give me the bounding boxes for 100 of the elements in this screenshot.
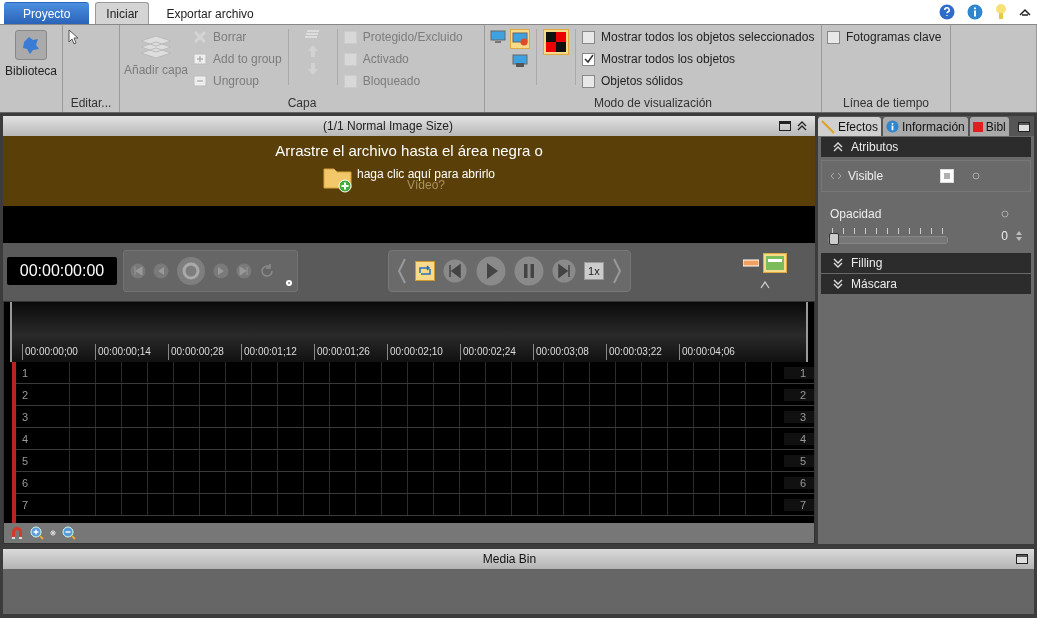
checkbox-label: Activado (362, 52, 409, 66)
spinner-icon[interactable] (1016, 230, 1022, 242)
refresh-icon[interactable] (259, 263, 275, 279)
section-header[interactable]: Filling (821, 253, 1031, 273)
monitor-icon[interactable] (490, 29, 506, 45)
record-icon[interactable] (176, 256, 206, 286)
chevron-icon (833, 142, 843, 152)
group-title: Línea de tiempo (841, 96, 931, 112)
track-number: 2 (784, 388, 814, 401)
ruler-label: 00:00:04;06 (679, 344, 752, 360)
ribbon-tab[interactable]: Iniciar (95, 2, 150, 24)
square-icon (972, 121, 983, 132)
chevron-left-icon[interactable] (397, 257, 408, 285)
layers-icon (139, 33, 173, 59)
maximize-icon[interactable] (1016, 554, 1028, 564)
opacity-slider[interactable] (828, 228, 948, 244)
lightbulb-icon[interactable] (995, 3, 1007, 21)
preview-title: (1/1 Normal Image Size) (321, 119, 454, 133)
folder-add-icon[interactable] (322, 165, 355, 193)
checkbox-label: Protegido/Excluido (362, 30, 463, 44)
ruler-icon[interactable] (743, 259, 759, 267)
monitor-icon[interactable] (512, 53, 528, 69)
opacity-label: Opacidad (830, 207, 882, 221)
layer-action-icon (193, 52, 207, 66)
timeline-ruler[interactable]: 00:00:00;00 00:00:00;14 00:00:00;28 00:00:01;12 00:00:01;26 00:00:02;10 00:00:02;24 00:00:03;08 00:00:03;22 00:00:04;06 (10, 302, 808, 362)
help-icon[interactable] (939, 4, 955, 20)
ruler-label: 00:00:02;10 (387, 344, 460, 360)
checkbox[interactable] (827, 30, 840, 44)
previous-icon[interactable] (443, 259, 468, 283)
play-icon[interactable] (475, 256, 506, 286)
visible-checkbox[interactable] (940, 169, 954, 183)
collapse-icon[interactable] (1019, 7, 1031, 17)
drop-text: Arrastre el archivo hasta el área negra o (275, 142, 543, 159)
ruler-label: 00:00:01;12 (241, 344, 314, 360)
layout-button[interactable] (763, 253, 787, 273)
library-button[interactable] (15, 30, 47, 60)
ruler-label: 00:00:02;24 (460, 344, 533, 360)
checkerboard-button[interactable] (543, 29, 569, 55)
panel-tab[interactable]: Efectos (818, 117, 882, 136)
magnet-icon[interactable] (10, 526, 24, 540)
next-icon[interactable] (551, 259, 576, 283)
track-number: 1 (784, 366, 814, 379)
step-forward-icon[interactable] (213, 263, 229, 279)
chevron-icon (833, 279, 843, 289)
opacity-value: 0 (1001, 229, 1008, 243)
section-header[interactable]: Atributos (821, 137, 1031, 157)
ribbon-tab[interactable]: Exportar archivo (155, 2, 265, 24)
zoom-out-icon[interactable] (62, 526, 76, 540)
track-number: 7 (21, 498, 30, 511)
checkbox-label: Objetos sólidos (601, 74, 684, 88)
checkbox-label: Bloqueado (362, 74, 421, 88)
track-number: 3 (21, 410, 30, 423)
maximize-icon[interactable] (779, 121, 791, 131)
maximize-icon[interactable] (1018, 122, 1030, 132)
checkbox[interactable] (582, 74, 595, 88)
zoom-in-icon[interactable] (30, 526, 44, 540)
info-icon[interactable] (967, 4, 983, 20)
track-number: 5 (784, 454, 814, 467)
checkbox[interactable] (582, 52, 595, 66)
track-number: 1 (21, 366, 30, 379)
pointer-icon[interactable] (68, 29, 80, 45)
track-number: 4 (784, 432, 814, 445)
monitor-button[interactable] (510, 29, 530, 49)
checkbox-label: Mostrar todos los objetos (601, 52, 736, 66)
loop-button[interactable] (415, 261, 436, 281)
panel-tab[interactable]: Información (883, 117, 968, 136)
collapse-icon[interactable] (797, 121, 807, 131)
section-header[interactable]: Máscara (821, 274, 1031, 294)
track-number: 4 (21, 432, 30, 445)
ruler-label: 00:00:03;08 (533, 344, 606, 360)
caret-icon[interactable] (760, 281, 770, 289)
speed-button[interactable]: 1x (584, 262, 604, 280)
step-back-icon[interactable] (153, 263, 169, 279)
checkbox-label: Fotogramas clave (846, 30, 942, 44)
track-number: 5 (21, 454, 30, 467)
pause-icon[interactable] (513, 256, 544, 286)
group-title: Capa (286, 96, 318, 112)
loop-icon (418, 265, 433, 277)
reset-icon[interactable] (1001, 210, 1010, 218)
ruler-label: 00:00:00;28 (168, 344, 241, 360)
media-bin-title: Media Bin (481, 552, 538, 566)
layer-action-icon (193, 74, 207, 88)
reset-icon[interactable] (972, 172, 980, 180)
track-number: 7 (784, 498, 814, 511)
track-number: 2 (21, 388, 30, 401)
wand-icon (821, 119, 835, 134)
checkbox-label: Mostrar todos los objetos seleccionados (601, 30, 815, 44)
group-title: Modo de visualización (592, 96, 714, 112)
panel-tab[interactable]: Bibl (969, 117, 1009, 136)
asterisk-icon (50, 530, 56, 536)
slider-thumb[interactable] (829, 233, 839, 245)
ribbon-tab[interactable]: Proyecto (4, 2, 90, 24)
keyframe-nav-icon[interactable] (830, 172, 842, 180)
skip-end-icon[interactable] (236, 263, 252, 279)
track-number: 6 (21, 476, 30, 489)
info-icon (886, 120, 900, 133)
settings-icon[interactable] (285, 279, 293, 287)
checkbox[interactable] (582, 30, 595, 44)
skip-start-icon[interactable] (130, 263, 146, 279)
chevron-right-icon[interactable] (611, 257, 622, 285)
